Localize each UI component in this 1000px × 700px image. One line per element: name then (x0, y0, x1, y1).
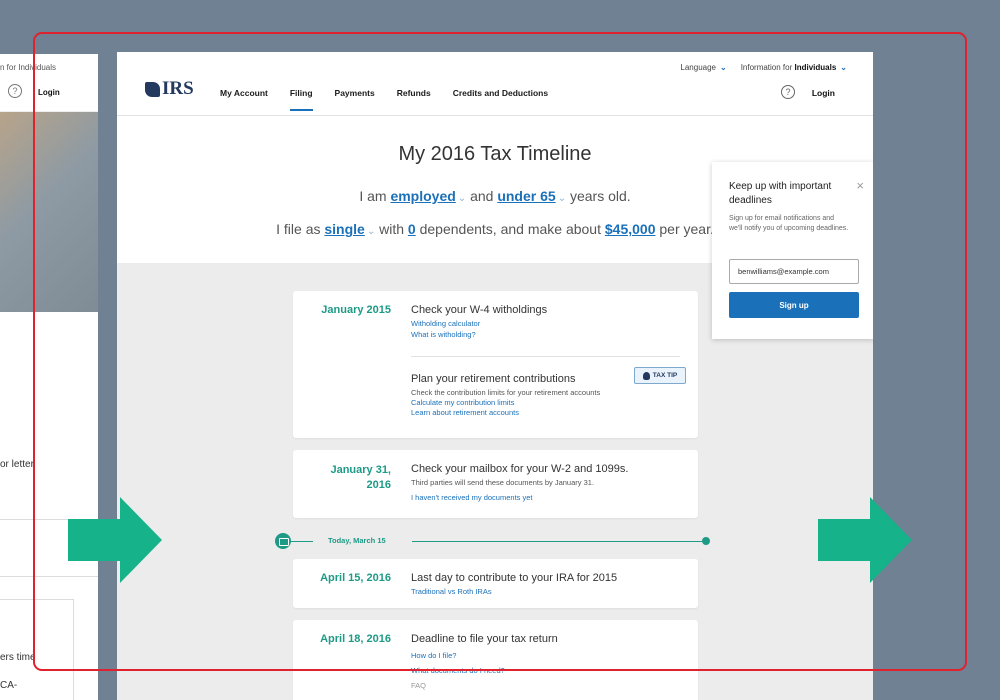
card-desc: Third parties will send these documents … (411, 478, 595, 487)
age-select[interactable]: under 65 (497, 188, 555, 204)
card-title: Deadline to file your tax return (411, 633, 558, 645)
popup-title: Keep up with important deadlines (729, 181, 832, 206)
card-title: Check your W-4 witholdings (411, 304, 548, 316)
calculate-limits-link[interactable]: Calculate my contribution limits (411, 398, 514, 407)
email-field[interactable] (729, 259, 859, 284)
faq-link[interactable]: FAQ (411, 681, 426, 690)
timeline-card-deadline: April 18, 2016 Deadline to file your tax… (293, 620, 698, 700)
card-title-retirement: Plan your retirement contributions (411, 373, 576, 385)
learn-retirement-link[interactable]: Learn about retirement accounts (411, 408, 519, 417)
sentence-text: dependents, and make about (415, 221, 605, 237)
today-line (412, 541, 702, 542)
card-title: Last day to contribute to your IRA for 2… (411, 572, 618, 584)
ira-compare-link[interactable]: Traditional vs Roth IRAs (411, 587, 492, 596)
bg-help-icon: ? (8, 84, 22, 98)
help-icon[interactable]: ? (781, 85, 795, 99)
sentence-text: I am (359, 188, 391, 204)
info-audience: Individuals (794, 63, 837, 72)
nav-filing[interactable]: Filing (289, 88, 313, 111)
tax-tip-label: TAX TIP (652, 372, 678, 379)
employment-select[interactable]: employed (390, 188, 455, 204)
card-desc: Check the contribution limits for your r… (411, 388, 601, 397)
close-icon[interactable]: × (856, 178, 864, 193)
chevron-down-icon: ⌄ (840, 63, 847, 72)
timeline-card-w4: January 2015 Check your W-4 witholdings … (293, 291, 698, 438)
bg-text-1: ers time (0, 652, 36, 663)
sentence-text: years old. (566, 188, 631, 204)
sentence-text: and (466, 188, 498, 204)
chevron-down-icon: ⌄ (557, 193, 567, 204)
sign-up-button[interactable]: Sign up (729, 292, 859, 318)
calendar-icon (275, 533, 291, 549)
bg-info-text: n for Individuals (0, 63, 57, 72)
today-label: Today, March 15 (328, 536, 386, 545)
top-nav: IRS My Account Filing Payments Refunds C… (117, 52, 873, 116)
date-line-2: 2016 (366, 479, 391, 491)
irs-page: IRS My Account Filing Payments Refunds C… (117, 52, 873, 700)
filing-status-select[interactable]: single (324, 221, 364, 237)
how-to-file-link[interactable]: How do I file? (411, 651, 456, 660)
bg-hero-photo (0, 112, 98, 312)
lightbulb-icon (642, 371, 650, 380)
card-title: Check your mailbox for your W-2 and 1099… (411, 463, 629, 475)
card-date: April 18, 2016 (320, 633, 391, 645)
login-link[interactable]: Login (812, 88, 835, 98)
arrow-shaft (68, 519, 120, 561)
arrow-head (870, 497, 912, 583)
logo-text: IRS (162, 78, 194, 99)
card-date: January 31, 2016 (293, 463, 391, 493)
sentence-text: per year. (655, 221, 714, 237)
nav-credits-deductions[interactable]: Credits and Deductions (453, 88, 548, 106)
witholding-calculator-link[interactable]: Witholding calculator (411, 319, 480, 328)
card-date: April 15, 2016 (320, 572, 391, 584)
info-for-menu[interactable]: Information for Individuals ⌄ (741, 63, 847, 72)
language-label: Language (680, 63, 716, 72)
arrow-shaft (818, 519, 870, 561)
sentence-text: with (375, 221, 408, 237)
deadline-signup-popup: Keep up with important deadlines × Sign … (712, 162, 873, 339)
documents-not-received-link[interactable]: I haven't received my documents yet (411, 493, 533, 502)
what-is-witholding-link[interactable]: What is witholding? (411, 330, 476, 339)
documents-needed-link[interactable]: What documents do I need? (411, 666, 505, 675)
arrow-right-icon (68, 497, 163, 583)
today-marker: Today, March 15 (275, 533, 715, 549)
dependents-select[interactable]: 0 (408, 221, 416, 237)
bg-letter-text: or letter (0, 459, 34, 470)
sentence-text: I file as (276, 221, 325, 237)
date-line-1: January 31, (330, 464, 391, 476)
eagle-icon (145, 81, 160, 97)
irs-logo[interactable]: IRS (145, 78, 194, 100)
chevron-down-icon: ⌄ (719, 63, 727, 72)
popup-description: Sign up for email notifications and we'l… (729, 215, 849, 232)
background-page: n for Individuals ? Login or letter ers … (0, 54, 98, 700)
chevron-down-icon: ⌄ (457, 193, 467, 204)
nav-payments[interactable]: Payments (335, 88, 375, 106)
today-dot (702, 537, 710, 545)
bg-header: n for Individuals ? Login (0, 54, 98, 112)
arrow-right-icon (818, 497, 913, 583)
nav-links: My Account Filing Payments Refunds Credi… (220, 88, 548, 111)
timeline-card-ira: April 15, 2016 Last day to contribute to… (293, 559, 698, 608)
tax-tip-badge[interactable]: TAX TIP (634, 367, 686, 384)
card-date: January 2015 (321, 304, 391, 316)
card-divider (411, 356, 680, 357)
timeline-card-w2: January 31, 2016 Check your mailbox for y… (293, 450, 698, 518)
chevron-down-icon: ⌄ (366, 226, 376, 237)
bg-text-2: CA- (0, 680, 18, 691)
arrow-head (120, 497, 162, 583)
info-prefix: Information for (740, 63, 793, 72)
top-right-menus: Language ⌄ Information for Individuals ⌄ (680, 63, 847, 72)
language-menu[interactable]: Language ⌄ (680, 63, 726, 72)
income-select[interactable]: $45,000 (605, 221, 656, 237)
today-line (291, 541, 313, 542)
nav-refunds[interactable]: Refunds (397, 88, 431, 106)
nav-my-account[interactable]: My Account (220, 88, 268, 106)
bg-login-link: Login (38, 88, 60, 97)
